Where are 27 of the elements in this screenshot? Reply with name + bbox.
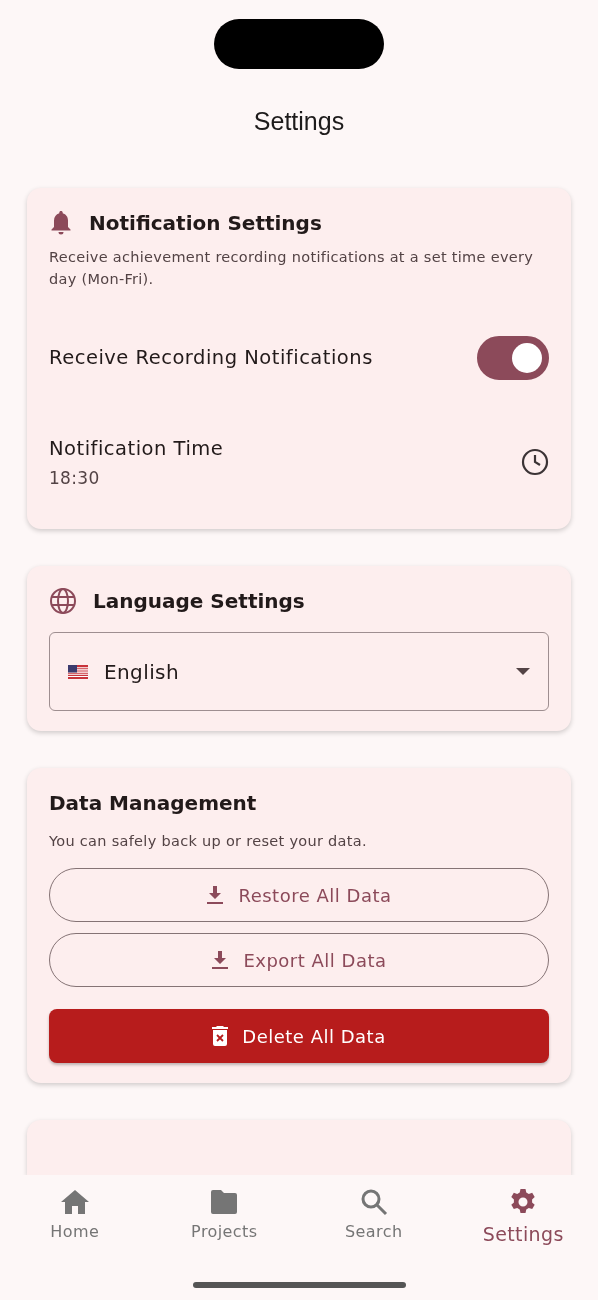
download-icon	[211, 950, 230, 971]
page-title: Settings	[252, 106, 346, 136]
nav-tab[interactable]: Home	[0, 1187, 150, 1300]
card-description: Receive achievement recording notifications at a set time every day (Mon-Fri).	[49, 248, 535, 289]
caret-icon	[516, 667, 530, 676]
folder-icon	[209, 1188, 240, 1216]
flag-icon	[68, 664, 88, 679]
clock-icon[interactable]	[521, 447, 549, 476]
language-dropdown[interactable]: English	[49, 632, 549, 712]
globe-icon	[49, 587, 77, 616]
toggle-switch[interactable]	[477, 336, 549, 380]
nav-tab[interactable]: Search	[299, 1187, 449, 1300]
card-title: Notification Settings	[89, 210, 322, 237]
card-title: Language Settings	[93, 588, 305, 616]
download-icon	[206, 885, 225, 906]
dropdown-value: English	[104, 658, 181, 686]
bell-icon	[49, 210, 73, 236]
setting-label: Notification Time	[49, 436, 224, 462]
nav-tab[interactable]: Projects	[149, 1187, 299, 1300]
card-description: You can safely back up or reset your data.	[49, 832, 368, 852]
home-icon	[59, 1188, 90, 1216]
time-value: 18:30	[49, 467, 101, 490]
nav-tab[interactable]: Settings	[448, 1187, 598, 1300]
delete-button[interactable]: Delete All Data	[49, 1009, 549, 1064]
delete-icon	[212, 1026, 229, 1047]
setting-label: Receive Recording Notifications	[49, 345, 373, 372]
card-title: Data Management	[49, 790, 258, 818]
